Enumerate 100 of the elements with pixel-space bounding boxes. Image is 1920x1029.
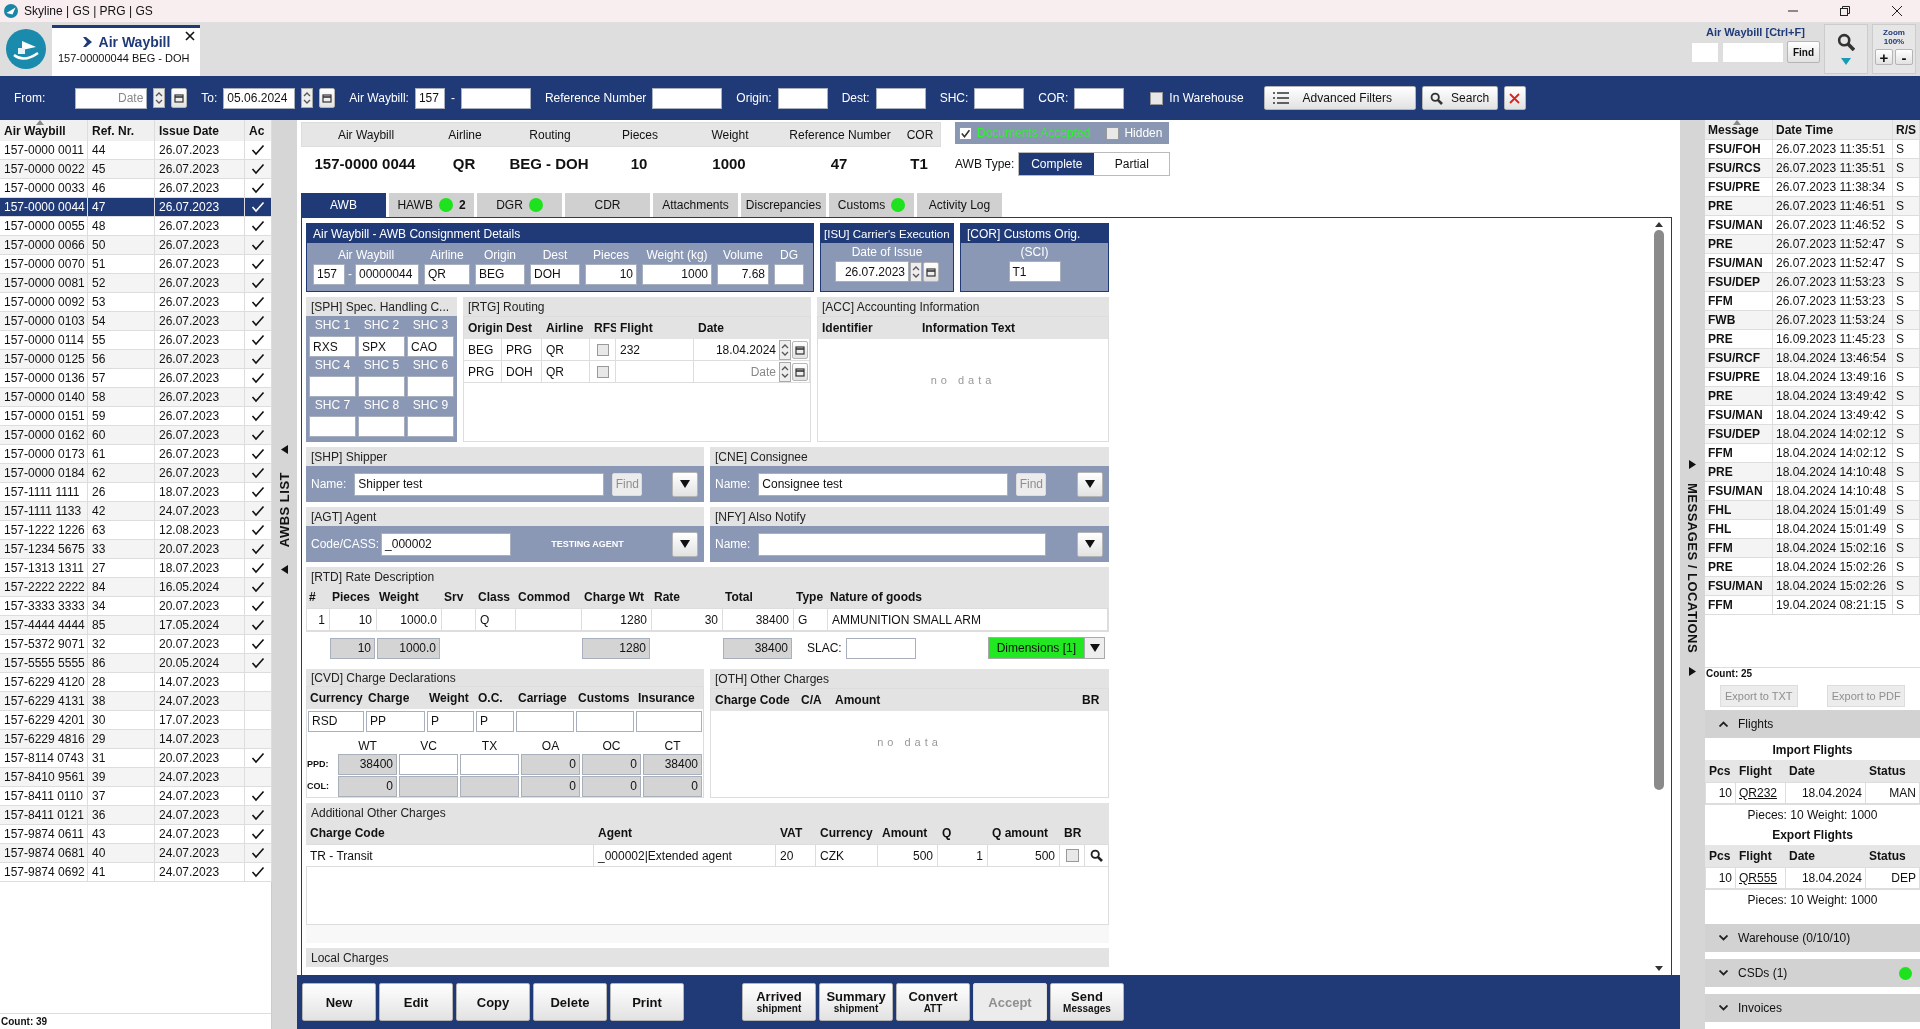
list-row[interactable]: 157-0000 0044 47 26.07.2023 [0,198,271,217]
calendar-button[interactable] [792,362,808,381]
list-row[interactable]: 157-8410 9561 39 24.07.2023 [0,768,271,787]
checkbox[interactable] [1106,126,1120,140]
section-header[interactable]: Invoices [1705,994,1920,1022]
tab[interactable]: Customs [829,193,914,217]
search-button[interactable] [1824,24,1868,74]
tab[interactable]: HAWB 2 [389,193,474,217]
collapse-arrow-icon[interactable] [281,444,288,454]
tab[interactable]: Attachments [653,193,738,217]
list-row[interactable]: 157-2222 2222 84 16.05.2024 [0,578,271,597]
text-field[interactable]: CAO [407,336,454,357]
text-field[interactable]: DOH [530,263,580,285]
dimensions-button[interactable]: Dimensions [1] [987,637,1105,659]
tab[interactable]: CDR [565,193,650,217]
action-button[interactable]: Copy [456,983,530,1021]
list-row[interactable]: 157-9874 0692 41 24.07.2023 [0,863,271,882]
list-row[interactable]: 157-0000 0055 48 26.07.2023 [0,217,271,236]
list-row[interactable]: 157-0000 0184 62 26.07.2023 [0,464,271,483]
calendar-button[interactable] [923,261,939,282]
checkbox[interactable] [596,365,609,378]
list-row[interactable]: 157-6229 4816 29 14.07.2023 [0,730,271,749]
section-header[interactable]: Warehouse (0/10/10) [1705,924,1920,952]
column-header[interactable]: Air Waybill [0,120,88,141]
amount-field[interactable] [399,753,458,775]
list-row[interactable]: 157-8114 0743 31 20.07.2023 [0,749,271,768]
segment-option[interactable]: Complete [1019,153,1095,175]
flight-link[interactable]: QR555 [1736,867,1786,889]
search-button[interactable]: Search [1421,86,1498,110]
calendar-button[interactable] [792,340,808,359]
list-row[interactable]: 157-8411 0110 37 24.07.2023 [0,787,271,806]
checkbox[interactable] [1150,91,1164,105]
scroll-thumb[interactable] [1654,230,1664,790]
column-header[interactable]: Issue Date [155,120,245,141]
list-row[interactable]: 157-1111 1111 26 18.07.2023 [0,483,271,502]
filter-field[interactable] [652,87,723,109]
side-panel-label[interactable]: MESSAGES / LOCATIONS [1685,483,1700,654]
list-row[interactable]: 157-0000 0092 53 26.07.2023 [0,293,271,312]
list-row[interactable]: 157-4444 4444 85 17.05.2024 [0,616,271,635]
text-field[interactable] [407,376,454,397]
text-field[interactable]: P [427,710,474,732]
filter-field[interactable] [777,87,828,109]
text-field[interactable]: PP [366,710,425,732]
list-row[interactable]: 157-0000 0066 50 26.07.2023 [0,236,271,255]
list-row[interactable]: 157-1313 1311 27 18.07.2023 [0,559,271,578]
filter-field[interactable] [974,87,1025,109]
filter-field[interactable] [875,87,926,109]
checkbox[interactable] [596,343,609,356]
list-row[interactable]: 157-0000 0151 59 26.07.2023 [0,407,271,426]
advanced-filters-button[interactable]: Advanced Filters [1263,86,1416,110]
list-row[interactable]: 157-0000 0136 57 26.07.2023 [0,369,271,388]
zoom-out-button[interactable]: - [1895,49,1913,65]
dropdown-button[interactable] [672,471,698,497]
document-tab[interactable]: Air Waybill 157-00000044 BEG - DOH [52,25,200,76]
section-header[interactable]: CSDs (1) [1705,959,1920,987]
awb-number-field[interactable] [460,87,531,109]
date-field[interactable]: 05.06.2024 [223,87,296,109]
list-row[interactable]: 157-0000 0033 46 26.07.2023 [0,179,271,198]
name-field[interactable] [758,532,1047,556]
flight-link[interactable]: QR232 [1736,782,1786,804]
checkbox[interactable] [959,126,972,140]
list-row[interactable]: 157-6229 4120 28 14.07.2023 [0,673,271,692]
date-field[interactable]: Date [75,87,148,109]
section-header[interactable]: Flights [1705,709,1920,738]
column-header[interactable]: Ref. Nr. [88,120,155,141]
action-button[interactable]: Print [610,983,684,1021]
restore-icon[interactable] [1839,5,1851,17]
checkbox[interactable] [1065,849,1079,862]
find-button[interactable]: Find [1786,41,1820,63]
spinner-icon[interactable] [301,88,314,108]
list-row[interactable]: 157-8411 0121 36 24.07.2023 [0,806,271,825]
name-field[interactable]: Consignee test [758,472,1009,496]
list-row[interactable]: 157-0000 0140 58 26.07.2023 [0,388,271,407]
name-field[interactable]: Shipper test [354,472,605,496]
text-field[interactable] [358,416,405,437]
text-field[interactable] [636,710,702,732]
text-field[interactable]: 10 [585,263,637,285]
list-row[interactable]: 157-1234 5675 33 20.07.2023 [0,540,271,559]
list-row[interactable]: 157-1222 1226 63 12.08.2023 [0,521,271,540]
slac-field[interactable] [845,637,916,659]
list-row[interactable]: 157-0000 0070 51 26.07.2023 [0,255,271,274]
filter-field[interactable] [1074,87,1125,109]
column-header[interactable]: Ac [245,120,272,141]
amount-field[interactable] [460,753,519,775]
text-field[interactable]: QR [424,263,470,285]
calendar-button[interactable] [319,88,336,108]
text-field[interactable]: 1000 [642,263,712,285]
action-button[interactable]: Arrived shipment [742,983,816,1021]
text-field[interactable]: RSD [308,710,364,732]
spinner-icon[interactable] [779,361,791,382]
text-field[interactable]: T1 [1008,261,1061,282]
awb-prefix-field[interactable] [1690,41,1719,63]
list-row[interactable]: 157-0000 0125 56 26.07.2023 [0,350,271,369]
tab[interactable]: AWB [301,193,386,217]
code-field[interactable]: _000002 [381,532,512,556]
list-row[interactable]: 157-1111 1133 42 24.07.2023 [0,502,271,521]
awb-prefix-field[interactable]: 157 [414,87,445,109]
list-row[interactable]: 157-5555 5555 86 20.05.2024 [0,654,271,673]
close-icon[interactable] [185,31,195,41]
zoom-in-button[interactable]: + [1875,49,1893,65]
